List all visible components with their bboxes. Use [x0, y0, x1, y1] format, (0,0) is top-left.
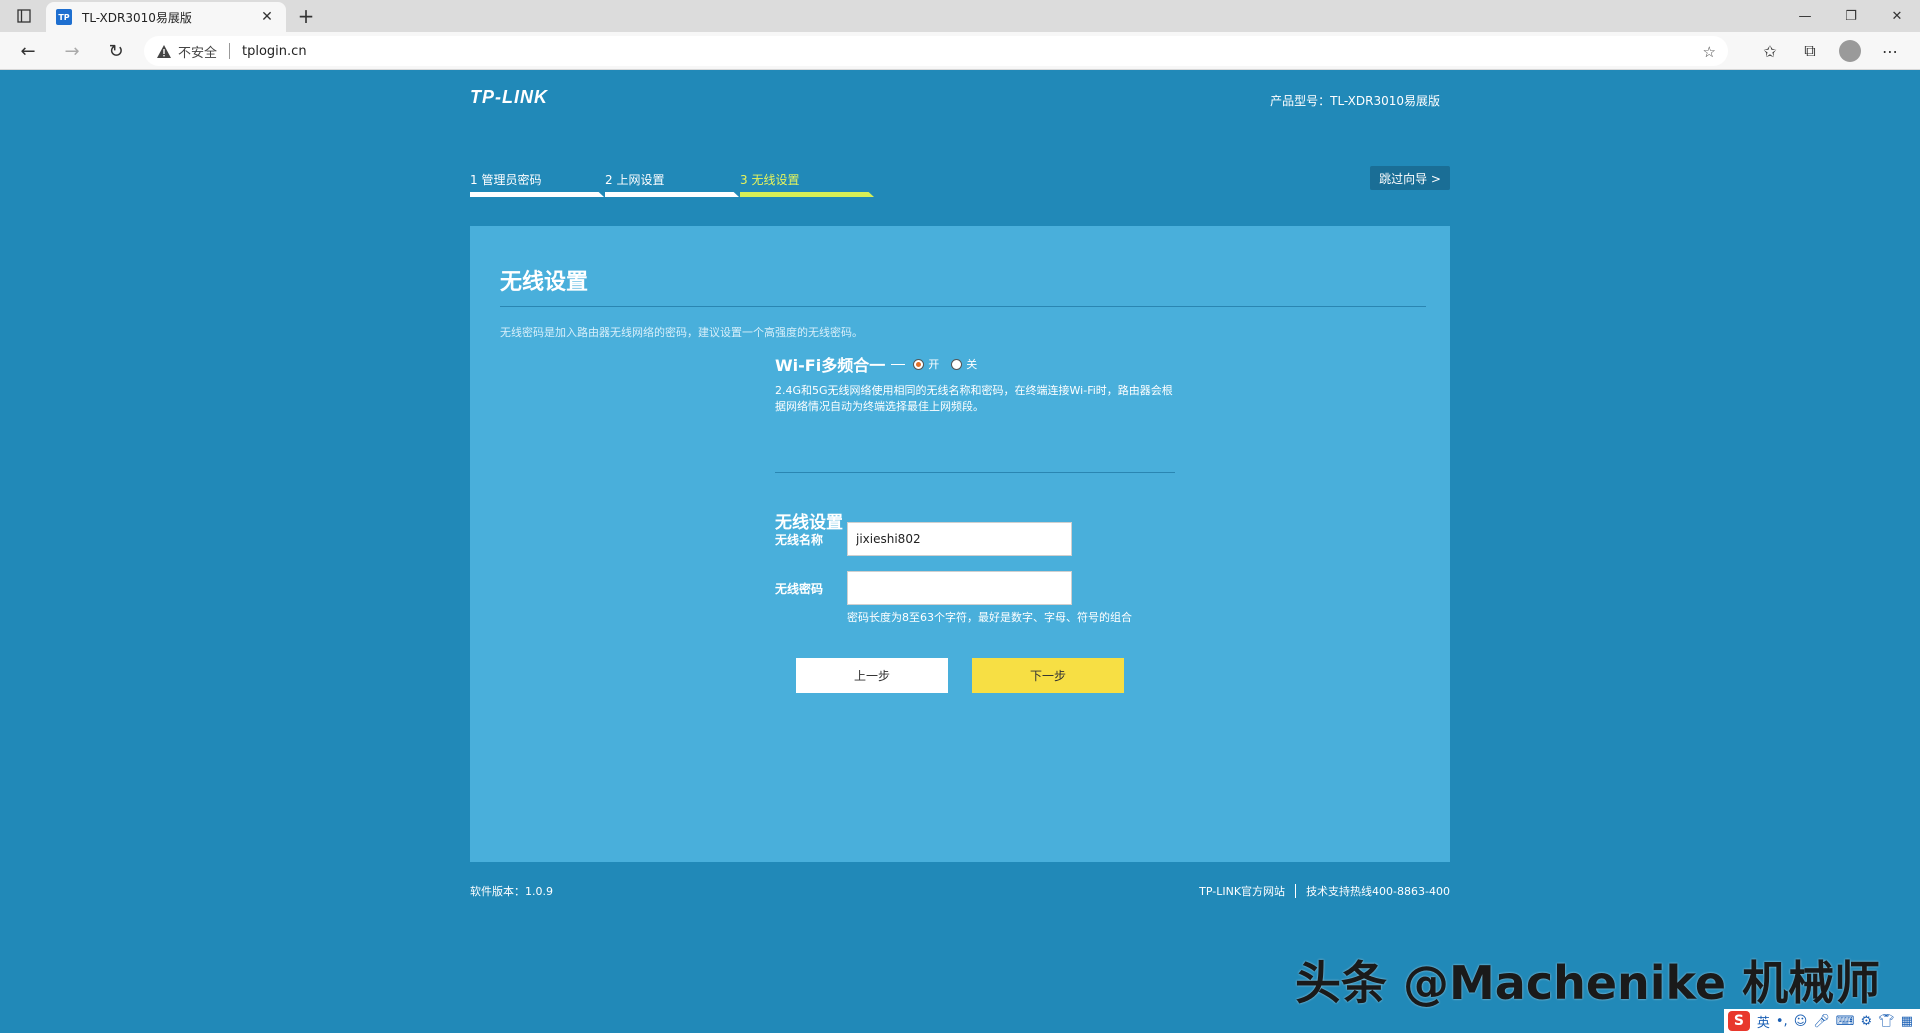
sogou-ime-logo-icon[interactable]: S: [1727, 1011, 1750, 1031]
url-separator: [229, 43, 231, 59]
wifi-merge-on-label[interactable]: 开: [928, 356, 939, 372]
forward-arrow-icon[interactable]: →: [58, 39, 86, 63]
password-input[interactable]: [847, 571, 1072, 605]
tp-link-favicon-icon: TP: [56, 9, 72, 25]
step-label: 2 上网设置: [605, 173, 665, 187]
window-close-icon[interactable]: ✕: [1874, 0, 1920, 32]
wifi-merge-off-radio[interactable]: [951, 358, 963, 370]
grid-menu-icon[interactable]: ▦: [1901, 1014, 1913, 1029]
panel-title: 无线设置: [500, 270, 589, 295]
wireless-section-title: 无线设置: [775, 513, 843, 533]
password-label: 无线密码: [775, 582, 824, 596]
refresh-icon[interactable]: ↻: [102, 39, 130, 63]
wifi-merge-label: Wi-Fi多频合一: [775, 356, 886, 375]
url-box[interactable]: 不安全 tplogin.cn ☆: [144, 36, 1728, 66]
tp-link-logo: TP-LINK: [470, 87, 548, 107]
address-bar-row: ← → ↻ 不安全 tplogin.cn ☆ ✩ ⧉ ⋯: [0, 32, 1920, 70]
step-progress-bar: [470, 192, 604, 197]
browser-toolbar-right: ✩ ⧉ ⋯: [1750, 36, 1910, 66]
previous-step-button[interactable]: 上一步: [796, 658, 948, 693]
avatar-icon[interactable]: [1839, 40, 1861, 62]
wifi-merge-off-label[interactable]: 关: [966, 356, 977, 372]
restore-icon[interactable]: ❐: [1828, 0, 1874, 32]
ime-toolbar: S 英 •, ☺ 🎤︎ ⌨ ⚙ 👕︎ ▦: [1723, 1009, 1920, 1033]
skip-wizard-button[interactable]: 跳过向导 >: [1370, 166, 1450, 190]
wifi-merge-note: 2.4G和5G无线网络使用相同的无线名称和密码，在终端连接Wi-Fi时，路由器会…: [775, 384, 1173, 413]
insecure-label: 不安全: [178, 45, 218, 61]
official-site-link[interactable]: TP-LINK官方网站: [1199, 883, 1285, 899]
plus-icon[interactable]: +: [294, 4, 318, 28]
microphone-icon[interactable]: 🎤︎: [1813, 1014, 1830, 1029]
footer-links: TP-LINK官方网站 技术支持热线400-8863-400: [1199, 883, 1450, 899]
product-model: 产品型号：TL-XDR3010易展版: [1270, 94, 1440, 108]
minimize-icon[interactable]: —: [1782, 0, 1828, 32]
step-admin-password: 1 管理员密码: [470, 171, 604, 197]
panel-description: 无线密码是加入路由器无线网络的密码，建议设置一个高强度的无线密码。: [500, 326, 863, 339]
url-text[interactable]: tplogin.cn: [242, 44, 307, 59]
divider: [891, 363, 906, 365]
window-controls: — ❐ ✕: [1782, 0, 1920, 32]
browser-tab[interactable]: TP TL-XDR3010易展版 ✕: [46, 2, 286, 32]
next-step-button[interactable]: 下一步: [972, 658, 1124, 693]
divider: [775, 472, 1175, 473]
watermark: 头条 @Machenike 机械师: [1295, 956, 1881, 1010]
ime-language-toggle[interactable]: 英: [1757, 1012, 1770, 1031]
password-hint: 密码长度为8至63个字符，最好是数字、字母、符号的组合: [847, 611, 1132, 624]
keyboard-icon[interactable]: ⌨: [1836, 1014, 1855, 1029]
router-setup-page: TP-LINK 产品型号：TL-XDR3010易展版 1 管理员密码 2 上网设…: [0, 71, 1920, 1033]
step-wireless-settings: 3 无线设置: [740, 171, 874, 197]
star-plus-icon[interactable]: ☆: [1703, 43, 1716, 61]
wifi-merge-row: Wi-Fi多频合一 开 关: [775, 353, 989, 375]
step-label: 1 管理员密码: [470, 173, 542, 187]
support-hotline: 技术支持热线400-8863-400: [1306, 885, 1450, 898]
step-progress-bar: [605, 192, 739, 197]
warning-icon[interactable]: [156, 43, 172, 59]
step-internet-settings: 2 上网设置: [605, 171, 739, 197]
software-version: 软件版本：1.0.9: [470, 885, 553, 898]
tab-actions-icon[interactable]: [10, 6, 38, 26]
browser-tab-bar: TP TL-XDR3010易展版 ✕ + — ❐ ✕: [0, 0, 1920, 32]
back-arrow-icon[interactable]: ←: [14, 39, 42, 63]
skin-icon[interactable]: 👕︎: [1878, 1014, 1895, 1029]
collections-icon[interactable]: ⧉: [1790, 36, 1830, 66]
toolbox-icon[interactable]: ⚙: [1861, 1014, 1873, 1029]
wifi-merge-on-radio[interactable]: [913, 358, 925, 370]
step-label: 3 无线设置: [740, 173, 800, 187]
ssid-input[interactable]: [847, 522, 1072, 556]
step-progress-bar: [740, 192, 874, 197]
wizard-steps: 1 管理员密码 2 上网设置 3 无线设置: [470, 171, 876, 197]
tab-title: TL-XDR3010易展版: [82, 10, 192, 25]
emoji-icon[interactable]: ☺: [1794, 1014, 1808, 1029]
ssid-label: 无线名称: [775, 533, 824, 547]
divider: [1295, 884, 1297, 898]
divider: [500, 306, 1426, 307]
close-icon[interactable]: ✕: [258, 9, 276, 25]
punctuation-icon[interactable]: •,: [1776, 1014, 1788, 1029]
favorites-icon[interactable]: ✩: [1750, 36, 1790, 66]
wireless-settings-panel: 无线设置 无线密码是加入路由器无线网络的密码，建议设置一个高强度的无线密码。 W…: [470, 226, 1450, 862]
more-icon[interactable]: ⋯: [1870, 36, 1910, 66]
